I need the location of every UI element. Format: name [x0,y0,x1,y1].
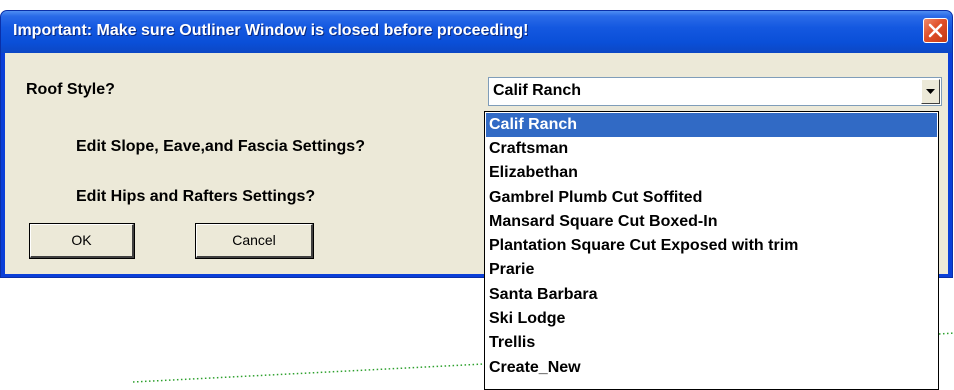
dropdown-option[interactable]: Create_New [486,356,937,380]
guide-line-left [132,363,485,383]
roof-style-select[interactable]: Calif Ranch [488,77,942,106]
guide-line-right [938,332,954,335]
dropdown-option[interactable]: Plantation Square Cut Exposed with trim [486,234,937,258]
close-button[interactable] [923,18,948,43]
screen: Important: Make sure Outliner Window is … [0,0,954,390]
dropdown-option[interactable]: Santa Barbara [486,283,937,307]
dropdown-option[interactable]: Gambrel Plumb Cut Soffited [486,186,937,210]
dropdown-option[interactable]: Mansard Square Cut Boxed-In [486,210,937,234]
dropdown-arrow-button[interactable] [921,79,940,104]
roof-style-dropdown-list[interactable]: Calif Ranch Craftsman Elizabethan Gambre… [484,111,939,390]
dropdown-option[interactable]: Craftsman [486,137,937,161]
ok-button[interactable]: OK [29,223,135,259]
chevron-down-icon [926,89,935,94]
dropdown-option[interactable]: Ski Lodge [486,307,937,331]
close-icon [928,23,943,38]
cancel-button[interactable]: Cancel [195,223,314,259]
roof-style-label: Roof Style? [26,81,115,98]
dropdown-option[interactable]: Trellis [486,331,937,355]
window-title: Important: Make sure Outliner Window is … [13,22,529,39]
dropdown-option[interactable]: Elizabethan [486,161,937,185]
dropdown-option[interactable]: Prarie [486,258,937,282]
title-bar[interactable]: Important: Make sure Outliner Window is … [1,11,952,53]
hips-rafters-label: Edit Hips and Rafters Settings? [76,188,316,205]
roof-style-selected-value: Calif Ranch [493,82,582,99]
dropdown-option[interactable]: Calif Ranch [486,113,937,137]
slope-eave-fascia-label: Edit Slope, Eave,and Fascia Settings? [76,138,365,155]
